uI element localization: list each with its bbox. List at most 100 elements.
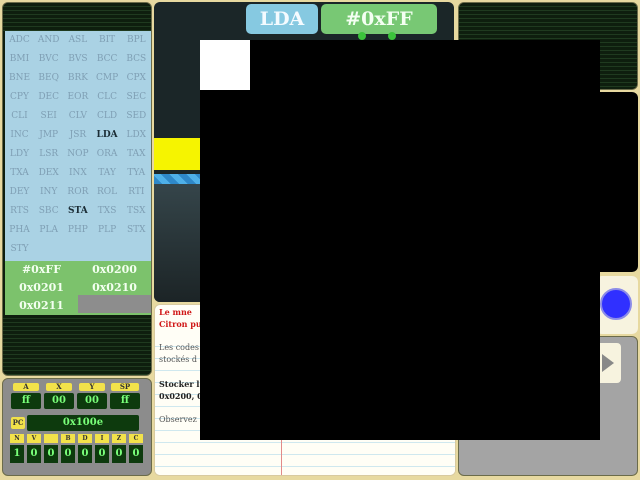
opcode-iny[interactable]: INY <box>34 183 63 202</box>
flag-i-label: I <box>95 434 109 443</box>
register-y-value: 00 <box>77 393 107 409</box>
pc-label: PC <box>11 417 25 429</box>
overlay-white-square <box>200 40 250 90</box>
opcode-php[interactable]: PHP <box>63 221 92 240</box>
flag-d-label: D <box>78 434 92 443</box>
opcode-bcc[interactable]: BCC <box>93 50 122 69</box>
register-sp-label: SP <box>111 383 139 391</box>
register-a-value: ff <box>11 393 41 409</box>
opcode-bit[interactable]: BIT <box>93 31 122 50</box>
opcode-rts[interactable]: RTS <box>5 202 34 221</box>
opcode-sed[interactable]: SED <box>122 107 151 126</box>
opcode-jmp[interactable]: JMP <box>34 126 63 145</box>
opcode-rol[interactable]: ROL <box>93 183 122 202</box>
register-a-label: A <box>13 383 39 391</box>
address-chip[interactable]: #0xFF <box>5 261 78 279</box>
flag-v-value: 0 <box>27 445 41 463</box>
register-x-label: X <box>46 383 72 391</box>
blue-button-icon[interactable] <box>600 288 632 320</box>
flag-z-value: 0 <box>112 445 126 463</box>
opcode-inc[interactable]: INC <box>5 126 34 145</box>
opcode-bpl[interactable]: BPL <box>122 31 151 50</box>
opcode-tax[interactable]: TAX <box>122 145 151 164</box>
occlusion-overlay <box>200 40 600 440</box>
opcode-ldx[interactable]: LDX <box>122 126 151 145</box>
flag-unused-label <box>44 434 58 443</box>
opcode-cpy[interactable]: CPY <box>5 88 34 107</box>
opcode-brk[interactable]: BRK <box>63 69 92 88</box>
opcode-sbc[interactable]: SBC <box>34 202 63 221</box>
opcode-pha[interactable]: PHA <box>5 221 34 240</box>
opcode-asl[interactable]: ASL <box>63 31 92 50</box>
opcode-cld[interactable]: CLD <box>93 107 122 126</box>
opcode-clc[interactable]: CLC <box>93 88 122 107</box>
flag-v-label: V <box>27 434 41 443</box>
opcode-ora[interactable]: ORA <box>93 145 122 164</box>
opcode-dec[interactable]: DEC <box>34 88 63 107</box>
opcode-nop[interactable]: NOP <box>63 145 92 164</box>
opcode-clv[interactable]: CLV <box>63 107 92 126</box>
instruction-opcode-button[interactable]: LDA <box>246 4 318 34</box>
panel-footer-stripes <box>3 315 151 375</box>
mission-line-1: Le mne <box>159 307 192 317</box>
panel-header-stripes <box>3 3 151 31</box>
opcode-sta[interactable]: STA <box>63 202 92 221</box>
register-y-label: Y <box>79 383 105 391</box>
opcode-sty[interactable]: STY <box>5 240 34 259</box>
opcode-stx[interactable]: STX <box>122 221 151 240</box>
opcode-tsx[interactable]: TSX <box>122 202 151 221</box>
opcode-bvs[interactable]: BVS <box>63 50 92 69</box>
opcode-rti[interactable]: RTI <box>122 183 151 202</box>
opcode-jsr[interactable]: JSR <box>63 126 92 145</box>
opcode-and[interactable]: AND <box>34 31 63 50</box>
flag-z-label: Z <box>112 434 126 443</box>
opcode-cmp[interactable]: CMP <box>93 69 122 88</box>
opcode-cli[interactable]: CLI <box>5 107 34 126</box>
opcode-plp[interactable]: PLP <box>93 221 122 240</box>
register-sp-value: ff <box>110 393 140 409</box>
opcode-inx[interactable]: INX <box>63 164 92 183</box>
flag-d-value: 0 <box>78 445 92 463</box>
opcode-cpx[interactable]: CPX <box>122 69 151 88</box>
opcode-tay[interactable]: TAY <box>93 164 122 183</box>
opcode-dex[interactable]: DEX <box>34 164 63 183</box>
opcode-bmi[interactable]: BMI <box>5 50 34 69</box>
opcode-pla[interactable]: PLA <box>34 221 63 240</box>
body-text-line: stockés d <box>159 355 197 364</box>
opcode-bvc[interactable]: BVC <box>34 50 63 69</box>
opcode-lsr[interactable]: LSR <box>34 145 63 164</box>
address-chip[interactable]: 0x0201 <box>5 279 78 297</box>
flag-unused-value: 0 <box>44 445 58 463</box>
opcode-lda[interactable]: LDA <box>93 126 122 145</box>
opcode-grid: ADC AND ASL BIT BPL BMI BVC BVS BCC BCS BNE BEQ BRK C… <box>5 31 151 261</box>
opcode-tya[interactable]: TYA <box>122 164 151 183</box>
empty-address-slot <box>78 295 151 313</box>
address-chip[interactable]: 0x0211 <box>5 297 78 315</box>
task-text-line: 0x0200, 0 <box>159 391 203 401</box>
opcode-beq[interactable]: BEQ <box>34 69 63 88</box>
opcode-dey[interactable]: DEY <box>5 183 34 202</box>
opcode-adc[interactable]: ADC <box>5 31 34 50</box>
blue-conveyor <box>154 174 202 184</box>
step-button-frame <box>596 276 638 334</box>
flag-c-value: 0 <box>129 445 143 463</box>
flag-n-label: N <box>10 434 24 443</box>
opcode-txa[interactable]: TXA <box>5 164 34 183</box>
opcode-sec[interactable]: SEC <box>122 88 151 107</box>
opcode-sei[interactable]: SEI <box>34 107 63 126</box>
instruction-operand-button[interactable]: #0xFF <box>321 4 437 34</box>
body-text-line: Les codes <box>159 343 199 352</box>
opcode-ror[interactable]: ROR <box>63 183 92 202</box>
flag-b-label: B <box>61 434 75 443</box>
register-x-value: 00 <box>44 393 74 409</box>
opcode-ldy[interactable]: LDY <box>5 145 34 164</box>
opcode-eor[interactable]: EOR <box>63 88 92 107</box>
opcode-bcs[interactable]: BCS <box>122 50 151 69</box>
yellow-bus-band <box>154 138 202 170</box>
opcode-bne[interactable]: BNE <box>5 69 34 88</box>
flag-c-label: C <box>129 434 143 443</box>
flag-b-value: 0 <box>61 445 75 463</box>
task-text-line: Stocker l <box>159 379 200 389</box>
opcode-txs[interactable]: TXS <box>93 202 122 221</box>
address-chip[interactable]: 0x0200 <box>78 261 151 279</box>
